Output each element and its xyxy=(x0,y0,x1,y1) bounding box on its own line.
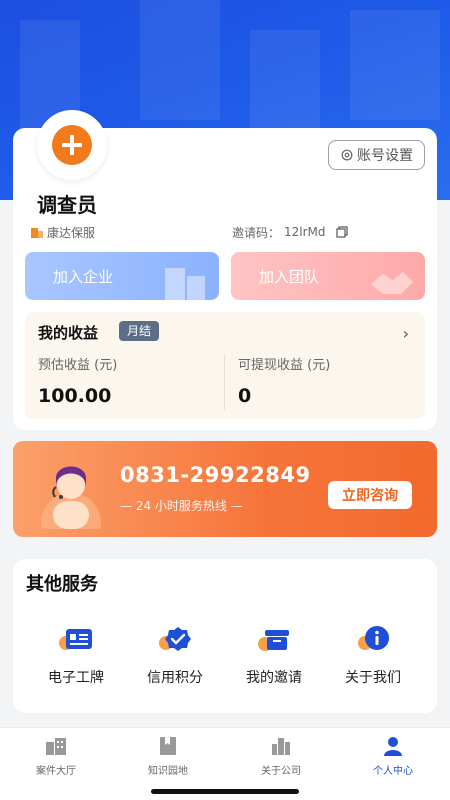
invite-code: 12lrMd xyxy=(284,225,326,239)
other-services-card: 其他服务 电子工牌 信用积分 我的邀请 关于我们 xyxy=(13,559,437,713)
services-title: 其他服务 xyxy=(26,574,98,595)
withdrawable-value: 0 xyxy=(238,385,252,407)
credit-check-icon xyxy=(159,627,191,651)
service-label: 关于我们 xyxy=(345,670,401,686)
company-name: 康达保服 xyxy=(47,225,96,240)
invite-box-icon xyxy=(258,630,289,651)
chevron-right-icon[interactable]: › xyxy=(403,324,409,343)
service-label: 我的邀请 xyxy=(246,670,302,686)
join-team-button[interactable]: 加入团队 xyxy=(231,252,425,300)
join-company-button[interactable]: 加入企业 xyxy=(25,252,219,300)
role-title: 调查员 xyxy=(37,193,97,217)
hotline-number[interactable]: 0831-29922849 xyxy=(120,463,311,487)
account-settings-button[interactable]: 账号设置 xyxy=(328,140,425,170)
account-settings-label: 账号设置 xyxy=(357,148,413,164)
customer-service-icon xyxy=(41,466,101,529)
person-icon xyxy=(384,737,402,756)
copy-icon[interactable] xyxy=(335,226,348,238)
tab-label: 关于公司 xyxy=(261,766,301,777)
gear-icon xyxy=(341,149,353,161)
settlement-badge: 月结 xyxy=(119,321,160,341)
earnings-panel[interactable]: 我的收益 月结 › 预估收益 (元) 100.00 可提现收益 (元) 0 xyxy=(25,312,425,419)
estimated-earnings-label: 预估收益 (元) xyxy=(38,358,118,373)
earnings-title: 我的收益 xyxy=(38,324,99,342)
hotline-banner: 0831-29922849 — 24 小时服务热线 — 立即咨询 xyxy=(13,441,437,537)
case-hall-icon xyxy=(46,738,66,755)
earnings-divider xyxy=(224,354,225,410)
service-credit-points[interactable]: 信用积分 xyxy=(130,625,220,687)
tab-label: 知识园地 xyxy=(148,766,188,777)
service-electronic-badge[interactable]: 电子工牌 xyxy=(31,625,121,687)
service-label: 电子工牌 xyxy=(48,670,104,686)
add-avatar-icon[interactable] xyxy=(52,125,92,165)
hotline-subtitle: — 24 小时服务热线 — xyxy=(120,499,243,513)
withdrawable-label: 可提现收益 (元) xyxy=(238,358,331,373)
invite-code-row: 邀请码： 12lrMd xyxy=(232,224,348,240)
building-icon xyxy=(31,228,43,238)
handshake-icon xyxy=(371,272,413,294)
tab-case-hall[interactable]: 案件大厅 xyxy=(16,736,96,777)
tab-knowledge[interactable]: 知识园地 xyxy=(128,736,208,777)
join-company-label: 加入企业 xyxy=(53,267,114,286)
tab-about-company[interactable]: 关于公司 xyxy=(241,736,321,777)
service-about-us[interactable]: 关于我们 xyxy=(328,625,418,687)
info-icon xyxy=(358,626,389,650)
office-building-icon xyxy=(165,268,205,300)
knowledge-icon xyxy=(160,737,176,755)
tab-label: 个人中心 xyxy=(373,766,413,777)
join-team-label: 加入团队 xyxy=(259,267,320,286)
tab-label: 案件大厅 xyxy=(36,766,76,777)
estimated-earnings-value: 100.00 xyxy=(38,385,112,407)
service-my-invites[interactable]: 我的邀请 xyxy=(229,625,319,687)
home-indicator xyxy=(151,789,299,794)
badge-card-icon xyxy=(59,629,92,650)
invite-label: 邀请码： xyxy=(232,225,281,240)
service-label: 信用积分 xyxy=(147,670,203,686)
tab-personal-center[interactable]: 个人中心 xyxy=(353,736,433,777)
consult-now-button[interactable]: 立即咨询 xyxy=(328,481,412,509)
company-info: 康达保服 xyxy=(30,224,95,240)
company-icon xyxy=(272,738,290,755)
